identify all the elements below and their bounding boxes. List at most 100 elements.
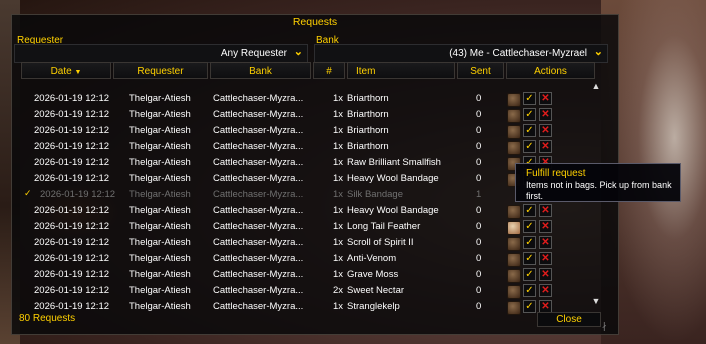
row-sent: 0 (476, 221, 482, 232)
cancel-button[interactable]: ✕ (539, 92, 552, 105)
row-item: Briarthorn (347, 109, 389, 120)
table-row[interactable]: 2026-01-19 12:12 Thelgar-Atiesh Cattlechas… (12, 139, 618, 155)
scroll-up-icon[interactable]: ▲ (589, 81, 603, 93)
chevron-down-icon[interactable]: ⌄ (594, 45, 603, 58)
row-date: 2026-01-19 12:12 (34, 125, 110, 136)
row-item: Stranglekelp (347, 301, 400, 312)
cancel-button[interactable]: ✕ (539, 268, 552, 281)
row-qty: 1x (333, 189, 344, 200)
row-qty: 1x (333, 173, 344, 184)
row-date: 2026-01-19 12:12 (34, 269, 110, 280)
fulfill-button[interactable]: ✓ (523, 124, 536, 137)
row-bank: Cattlechaser-Myzra... (213, 157, 304, 168)
row-requester: Thelgar-Atiesh (129, 301, 191, 312)
fulfill-button[interactable]: ✓ (523, 140, 536, 153)
fulfill-button[interactable]: ✓ (523, 92, 536, 105)
table-row[interactable]: 2026-01-19 12:12 Thelgar-Atiesh Cattlechas… (12, 107, 618, 123)
row-qty: 1x (333, 141, 344, 152)
row-bank: Cattlechaser-Myzra... (213, 205, 304, 216)
cancel-button[interactable]: ✕ (539, 204, 552, 217)
fulfill-button[interactable]: ✓ (523, 108, 536, 121)
row-requester: Thelgar-Atiesh (129, 253, 191, 264)
column-header-actions[interactable]: Actions (506, 62, 595, 79)
row-date: 2026-01-19 12:12 (34, 285, 110, 296)
row-requester: Thelgar-Atiesh (129, 205, 191, 216)
cancel-button[interactable]: ✕ (539, 124, 552, 137)
close-button[interactable]: Close (537, 312, 601, 327)
fulfill-button[interactable]: ✓ (523, 252, 536, 265)
column-header-bank[interactable]: Bank (210, 62, 311, 79)
row-date: 2026-01-19 12:12 (34, 221, 110, 232)
row-qty: 1x (333, 221, 344, 232)
table-row[interactable]: 2026-01-19 12:12 Thelgar-Atiesh Cattlechas… (12, 219, 618, 235)
column-header-date[interactable]: Date ▼ (21, 62, 111, 79)
table-row[interactable]: 2026-01-19 12:12 Thelgar-Atiesh Cattlechas… (12, 235, 618, 251)
row-item: Sweet Nectar (347, 285, 405, 296)
row-sent: 0 (476, 205, 482, 216)
cancel-button[interactable]: ✕ (539, 284, 552, 297)
column-header-item[interactable]: Item (347, 62, 455, 79)
fulfill-button[interactable]: ✓ (523, 284, 536, 297)
cancel-button[interactable]: ✕ (539, 236, 552, 249)
row-requester: Thelgar-Atiesh (129, 157, 191, 168)
cancel-button[interactable]: ✕ (539, 140, 552, 153)
resize-grip-icon[interactable]: ∤ (602, 321, 612, 331)
cancel-button[interactable]: ✕ (539, 108, 552, 121)
row-bank: Cattlechaser-Myzra... (213, 141, 304, 152)
row-date: 2026-01-19 12:12 (34, 157, 110, 168)
row-item: Heavy Wool Bandage (347, 205, 439, 216)
window-title: Requests (292, 16, 338, 28)
chevron-down-icon[interactable]: ⌄ (294, 45, 303, 58)
row-qty: 1x (333, 237, 344, 248)
row-date: 2026-01-19 12:12 (34, 205, 110, 216)
row-requester: Thelgar-Atiesh (129, 269, 191, 280)
bag-icon (507, 269, 521, 283)
row-requester: Thelgar-Atiesh (129, 141, 191, 152)
fulfilled-check-icon: ✓ (24, 188, 32, 198)
bank-dropdown[interactable]: (43) Me - Cattlechaser-Myzrael ⌄ (314, 44, 608, 63)
table-row[interactable]: 2026-01-19 12:12 Thelgar-Atiesh Cattlechas… (12, 283, 618, 299)
row-item: Briarthorn (347, 125, 389, 136)
feather-icon (507, 221, 521, 235)
table-row[interactable]: 2026-01-19 12:12 Thelgar-Atiesh Cattlechas… (12, 123, 618, 139)
bag-icon (507, 109, 521, 123)
row-sent: 0 (476, 301, 482, 312)
fulfill-button[interactable]: ✓ (523, 236, 536, 249)
requester-dropdown-value: Any Requester (220, 48, 287, 59)
fulfill-button[interactable]: ✓ (523, 220, 536, 233)
row-sent: 0 (476, 141, 482, 152)
tooltip: Fulfill request Items not in bags. Pick … (515, 163, 681, 202)
row-sent: 1 (476, 189, 482, 200)
table-row[interactable]: 2026-01-19 12:12 Thelgar-Atiesh Cattlechas… (12, 91, 618, 107)
column-header-requester[interactable]: Requester (113, 62, 208, 79)
row-requester: Thelgar-Atiesh (129, 237, 191, 248)
scroll-down-icon[interactable]: ▼ (589, 296, 603, 308)
row-requester: Thelgar-Atiesh (129, 173, 191, 184)
column-header-qty[interactable]: # (313, 62, 345, 79)
row-qty: 2x (333, 285, 344, 296)
fulfill-button[interactable]: ✓ (523, 300, 536, 313)
fulfill-button[interactable]: ✓ (523, 204, 536, 217)
table-row[interactable]: 2026-01-19 12:12 Thelgar-Atiesh Cattlechas… (12, 267, 618, 283)
row-requester: Thelgar-Atiesh (129, 125, 191, 136)
requester-dropdown[interactable]: Any Requester ⌄ (14, 44, 308, 63)
tooltip-title: Fulfill request (526, 168, 586, 179)
row-sent: 0 (476, 269, 482, 280)
row-sent: 0 (476, 109, 482, 120)
sort-descending-icon: ▼ (74, 69, 82, 76)
row-sent: 0 (476, 173, 482, 184)
row-sent: 0 (476, 237, 482, 248)
bag-icon (507, 301, 521, 315)
row-requester: Thelgar-Atiesh (129, 189, 191, 200)
cancel-button[interactable]: ✕ (539, 220, 552, 233)
row-requester: Thelgar-Atiesh (129, 93, 191, 104)
table-row[interactable]: 2026-01-19 12:12 Thelgar-Atiesh Cattlechas… (12, 251, 618, 267)
column-header-sent[interactable]: Sent (457, 62, 504, 79)
row-item: Heavy Wool Bandage (347, 173, 439, 184)
row-bank: Cattlechaser-Myzra... (213, 173, 304, 184)
cancel-button[interactable]: ✕ (539, 252, 552, 265)
row-date: 2026-01-19 12:12 (34, 173, 110, 184)
table-row[interactable]: 2026-01-19 12:12 Thelgar-Atiesh Cattlechas… (12, 299, 618, 315)
table-row[interactable]: 2026-01-19 12:12 Thelgar-Atiesh Cattlechas… (12, 203, 618, 219)
fulfill-button[interactable]: ✓ (523, 268, 536, 281)
